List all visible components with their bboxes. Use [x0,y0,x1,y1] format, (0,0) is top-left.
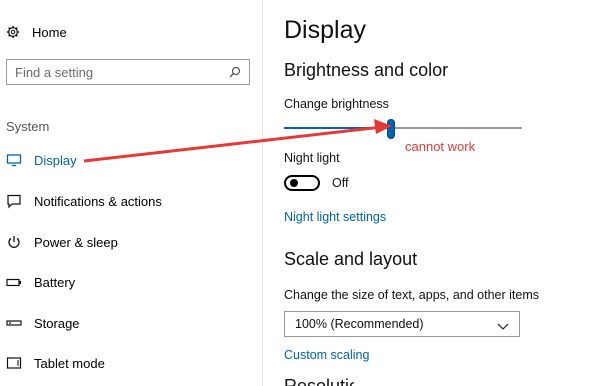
scale-dropdown[interactable]: 100% (Recommended) [284,311,520,337]
custom-scaling-link[interactable]: Custom scaling [284,348,369,362]
page-title: Display [284,16,366,44]
scale-selected: 100% (Recommended) [295,317,424,331]
sidebar-item-label: Tablet mode [34,355,105,371]
sidebar-item-label: Power & sleep [34,234,118,250]
night-light-settings-link[interactable]: Night light settings [284,210,386,224]
sidebar-item-notifications[interactable]: Notifications & actions [6,189,162,213]
tablet-icon [6,355,22,371]
power-icon [6,234,22,250]
sidebar-item-label: Display [34,152,77,168]
sidebar: Home Find a setting System Display Notif… [0,0,262,386]
gear-icon [6,25,20,39]
annotation-text: cannot work [405,139,476,154]
home-label: Home [32,24,67,40]
sidebar-item-label: Battery [34,274,76,290]
battery-icon [6,274,22,290]
search-input[interactable]: Find a setting [6,59,250,85]
search-placeholder: Find a setting [15,64,94,80]
main-content: Display Brightness and color Change brig… [284,0,602,386]
sidebar-item-display[interactable]: Display [6,148,77,172]
night-light-toggle[interactable] [284,175,320,191]
brightness-section-title: Brightness and color [284,60,449,80]
slider-track-filled [284,127,391,129]
night-light-state: Off [332,176,349,190]
sidebar-item-tablet-mode[interactable]: Tablet mode [6,351,105,375]
scale-section-title: Scale and layout [284,249,418,269]
change-brightness-label: Change brightness [284,97,389,111]
scale-label: Change the size of text, apps, and other… [284,288,540,302]
sidebar-divider [262,0,263,386]
next-section-title: Resolution [284,376,354,386]
next-section-title-cutoff: Resolution [284,376,354,386]
notification-icon [6,193,22,209]
search-icon [229,66,241,78]
monitor-icon [6,152,22,168]
slider-track [391,127,522,129]
brightness-slider[interactable] [284,119,522,139]
sidebar-item-label: Storage [34,315,80,331]
sidebar-item-power-sleep[interactable]: Power & sleep [6,230,118,254]
sidebar-item-label: Notifications & actions [34,193,162,209]
home-link[interactable]: Home [6,20,67,44]
chevron-down-icon [497,320,509,330]
toggle-knob [290,179,298,187]
section-label-system: System [6,119,50,134]
night-light-label: Night light [284,151,340,165]
sidebar-item-battery[interactable]: Battery [6,270,75,294]
slider-thumb[interactable] [387,119,395,139]
storage-icon [6,315,22,331]
sidebar-item-storage[interactable]: Storage [6,311,80,335]
